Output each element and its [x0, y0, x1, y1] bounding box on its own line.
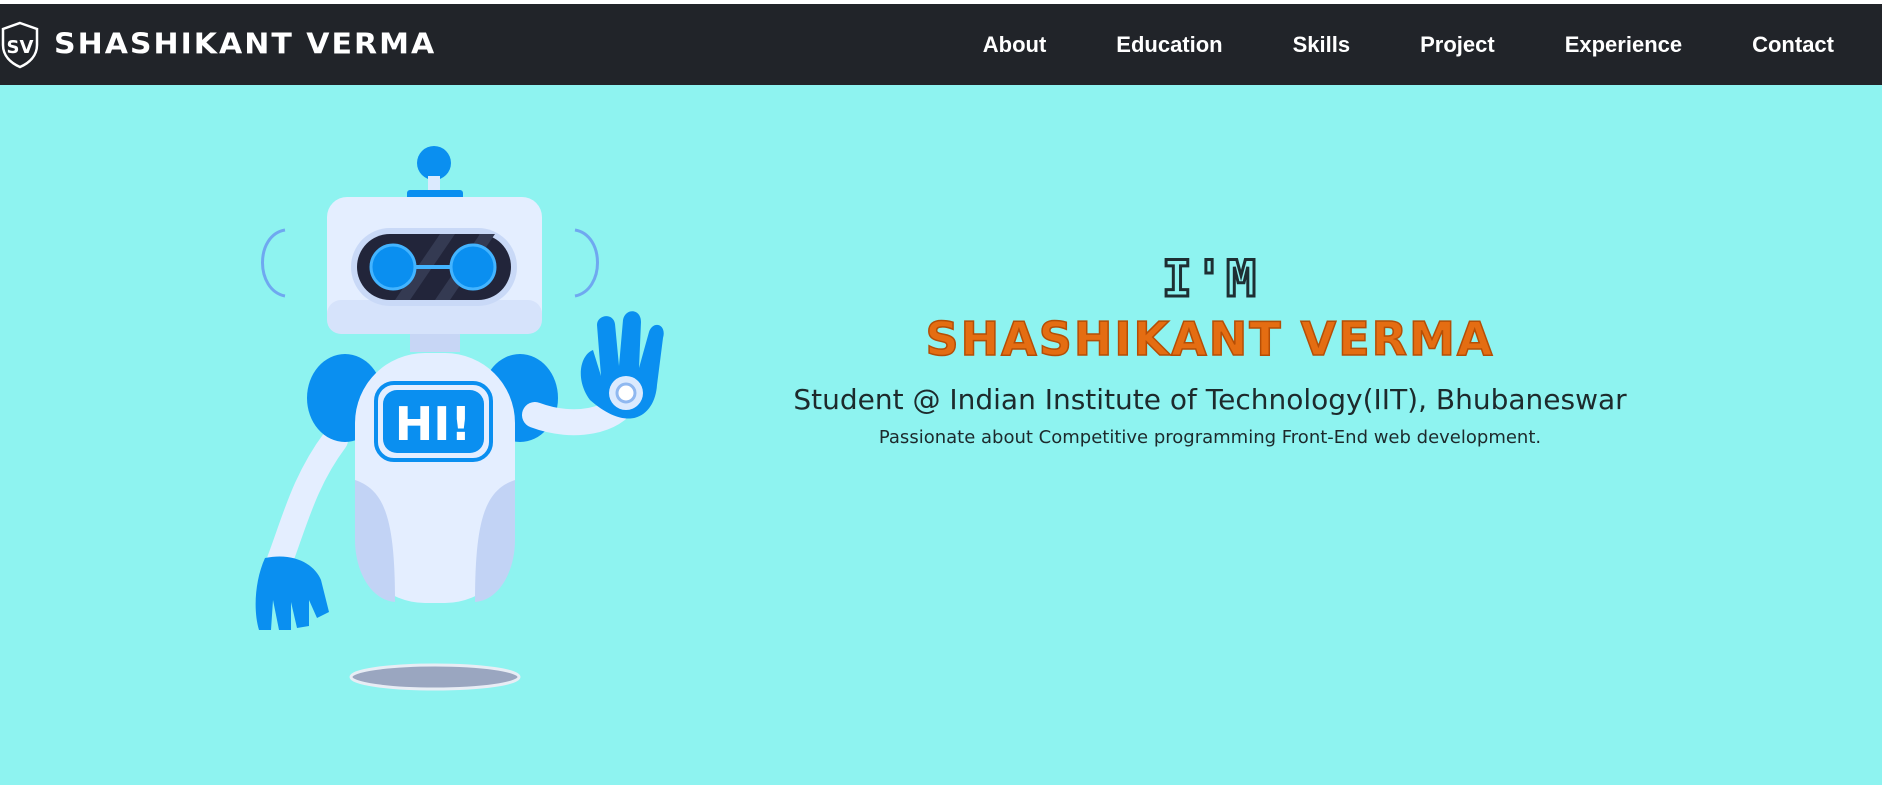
hero-text: I'M SHASHIKANT VERMA Student @ Indian In… — [760, 249, 1660, 450]
hero-section: HI! I'M SHASHIKANT VERMA Student @ India… — [0, 85, 1882, 785]
nav-link-education[interactable]: Education — [1116, 32, 1222, 58]
nav-link-skills[interactable]: Skills — [1293, 32, 1350, 58]
nav-link-experience[interactable]: Experience — [1565, 32, 1682, 58]
brand-name[interactable]: SHASHIKANT VERMA — [54, 28, 436, 61]
nav-link-project[interactable]: Project — [1420, 32, 1495, 58]
waving-robot-illustration: HI! — [255, 146, 664, 691]
hero-description: Passionate about Competitive programming… — [878, 427, 1542, 448]
nav-links: About Education Skills Project Experienc… — [983, 4, 1882, 85]
navbar: SV SHASHIKANT VERMA About Education Skil… — [0, 4, 1882, 85]
hero-greeting: I'M — [1160, 249, 1259, 310]
brand[interactable]: SV SHASHIKANT VERMA — [0, 4, 436, 85]
hero-subtitle: Student @ Indian Institute of Technology… — [793, 383, 1627, 416]
svg-text:SV: SV — [7, 37, 34, 58]
hero-name: SHASHIKANT VERMA — [925, 311, 1495, 367]
svg-text:HI!: HI! — [395, 397, 472, 451]
sv-shield-logo-icon: SV — [1, 21, 39, 68]
nav-link-about[interactable]: About — [983, 32, 1047, 58]
nav-link-contact[interactable]: Contact — [1752, 32, 1834, 58]
